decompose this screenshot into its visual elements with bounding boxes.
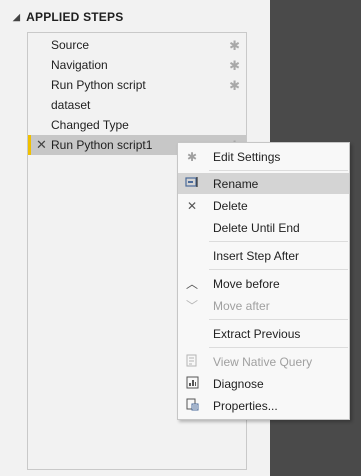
menu-separator [209, 170, 348, 171]
chevron-up-icon: ︿ [185, 277, 198, 291]
menu-item-diagnose[interactable]: Diagnose [178, 373, 349, 394]
menu-item-label: Delete [213, 198, 248, 213]
step-item-navigation[interactable]: Navigation ✱ [28, 55, 246, 75]
collapse-triangle-icon[interactable]: ◢ [13, 12, 20, 23]
menu-item-label: Move after [213, 298, 270, 313]
menu-item-rename[interactable]: Rename [178, 173, 349, 194]
menu-separator [209, 241, 348, 242]
step-label: Run Python script [51, 78, 146, 92]
menu-item-delete-until-end[interactable]: Delete Until End [178, 217, 349, 238]
menu-item-label: Properties... [213, 398, 278, 413]
step-label: Source [51, 38, 90, 52]
menu-item-edit-settings[interactable]: ✱ Edit Settings [178, 146, 349, 167]
gear-icon: ✱ [186, 149, 198, 164]
delete-step-icon[interactable]: ✕ [36, 137, 47, 153]
step-item-dataset[interactable]: dataset [28, 95, 246, 115]
menu-item-properties[interactable]: Properties... [178, 395, 349, 416]
step-item-run-python-script[interactable]: Run Python script ✱ [28, 75, 246, 95]
menu-item-label: View Native Query [213, 354, 313, 369]
menu-item-label: Edit Settings [213, 149, 281, 164]
close-icon: ✕ [186, 198, 198, 213]
menu-separator [209, 319, 348, 320]
context-menu: ✱ Edit Settings Rename ✕ Delete Delete U… [177, 142, 350, 420]
menu-item-label: Rename [213, 176, 259, 191]
menu-item-delete[interactable]: ✕ Delete [178, 195, 349, 216]
applied-steps-title: APPLIED STEPS [26, 10, 124, 24]
menu-separator [209, 347, 348, 348]
step-item-changed-type[interactable]: Changed Type [28, 115, 246, 135]
menu-item-label: Move before [213, 276, 280, 291]
menu-item-move-before[interactable]: ︿ Move before [178, 273, 349, 294]
menu-item-view-native-query: View Native Query [178, 351, 349, 372]
query-document-icon [184, 354, 200, 370]
menu-separator [209, 269, 348, 270]
menu-item-label: Extract Previous [213, 326, 301, 341]
step-label: dataset [51, 98, 91, 112]
menu-item-insert-step-after[interactable]: Insert Step After [178, 245, 349, 266]
menu-item-move-after: ﹀ Move after [178, 295, 349, 316]
menu-item-label: Insert Step After [213, 248, 300, 263]
gear-icon[interactable]: ✱ [229, 78, 240, 94]
gear-icon[interactable]: ✱ [229, 58, 240, 74]
step-label: Navigation [51, 58, 108, 72]
chevron-down-icon: ﹀ [185, 299, 198, 313]
diagnose-icon [184, 376, 200, 392]
rename-icon [184, 176, 200, 191]
gear-icon[interactable]: ✱ [229, 38, 240, 54]
menu-item-label: Diagnose [213, 376, 264, 391]
applied-steps-header[interactable]: ◢ APPLIED STEPS [13, 10, 123, 24]
menu-item-extract-previous[interactable]: Extract Previous [178, 323, 349, 344]
selected-indicator [28, 135, 31, 155]
step-item-source[interactable]: Source ✱ [28, 35, 246, 55]
properties-icon [184, 398, 200, 414]
menu-item-label: Delete Until End [213, 220, 300, 235]
step-label: Run Python script1 [51, 138, 153, 152]
step-label: Changed Type [51, 118, 129, 132]
